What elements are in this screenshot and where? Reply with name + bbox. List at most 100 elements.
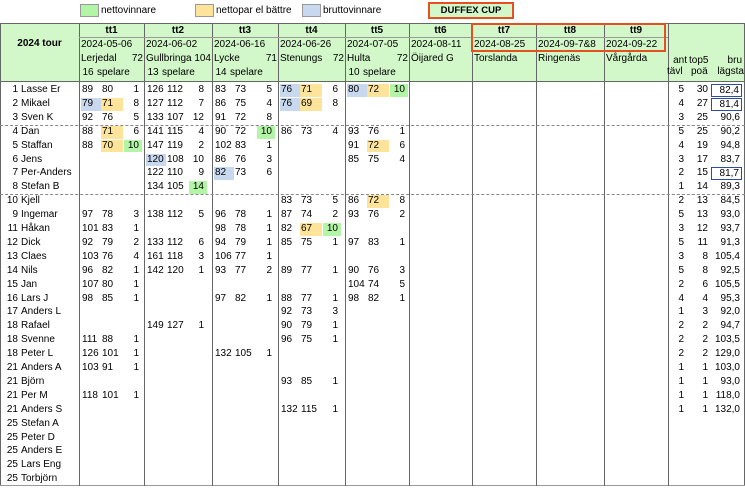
- points: 4: [332, 125, 338, 137]
- points: 6: [266, 167, 272, 179]
- points: [124, 306, 142, 319]
- row-player-name[interactable]: Svenne: [21, 333, 79, 347]
- row-player-name[interactable]: Claes: [21, 250, 79, 264]
- row-player-name[interactable]: Kjell: [21, 194, 79, 208]
- row-player-name[interactable]: Nils: [21, 264, 79, 278]
- row-player-name[interactable]: Dan: [21, 125, 79, 139]
- net-score: 72: [367, 139, 389, 153]
- gross-score: [347, 181, 367, 194]
- row-player-name[interactable]: Torbjörn: [21, 472, 79, 486]
- top5-points: 3: [702, 306, 708, 318]
- points: [189, 362, 207, 375]
- points: [390, 223, 408, 236]
- row-rank: 25: [6, 459, 18, 471]
- points: 3: [266, 153, 272, 165]
- tournament-course-4: Stenungs: [280, 53, 323, 64]
- row-player-name[interactable]: Per-Anders: [21, 166, 79, 180]
- points: 3: [399, 264, 405, 276]
- net-score: 78: [102, 209, 114, 221]
- row-player-name[interactable]: Lars J: [21, 292, 79, 306]
- tournament-title-2[interactable]: tt2: [144, 24, 212, 37]
- row-player-name[interactable]: Anders E: [21, 444, 79, 458]
- gross-score: 89: [281, 264, 293, 276]
- ant-count: 5: [678, 264, 684, 276]
- tournament-date-3: 2024-06-16: [214, 39, 266, 50]
- tournament-players-9: [606, 66, 620, 79]
- gross-score: [347, 334, 367, 347]
- points: [323, 112, 341, 125]
- row-player-name[interactable]: Staffan: [21, 139, 79, 153]
- points: 1: [198, 320, 204, 332]
- gross-score: 80: [347, 84, 367, 97]
- row-player-name[interactable]: Jens: [21, 153, 79, 167]
- ant-count: 2: [678, 278, 684, 290]
- gross-score: 133: [147, 236, 164, 248]
- col-sep-4: [345, 23, 346, 487]
- row-player-name[interactable]: Lasse Er: [21, 83, 79, 97]
- tournament-title-1[interactable]: tt1: [79, 24, 144, 37]
- gross-score: 89: [82, 84, 94, 95]
- gross-score: 141: [147, 125, 164, 137]
- net-score: 120: [167, 264, 184, 276]
- row-player-name[interactable]: Ingemar: [21, 208, 79, 222]
- row-player-name[interactable]: Mikael: [21, 97, 79, 111]
- net-score: [367, 362, 389, 375]
- gross-score: 101: [82, 223, 99, 234]
- legend-swatch-2: [302, 4, 321, 17]
- points: 9: [198, 167, 204, 179]
- tournament-par-2: 104: [194, 53, 211, 64]
- net-score: 77: [235, 250, 247, 262]
- row-player-name[interactable]: Peter L: [21, 347, 79, 361]
- tournament-title-4[interactable]: tt4: [278, 24, 345, 37]
- net-score: 71: [101, 125, 123, 139]
- top5-points: 11: [697, 236, 708, 248]
- points: 1: [266, 236, 272, 248]
- ant-count: 1: [678, 375, 684, 387]
- top5-points: 12: [696, 223, 708, 234]
- row-player-name[interactable]: Håkan: [21, 222, 79, 236]
- points: 1: [332, 264, 338, 276]
- tournament-par-4: 72: [332, 53, 344, 64]
- row-player-name[interactable]: Peter D: [21, 431, 79, 445]
- row-player-name[interactable]: Stefan B: [21, 180, 79, 194]
- gross-score: 91: [215, 111, 227, 123]
- net-score: 101: [102, 348, 119, 360]
- net-score: 77: [301, 264, 313, 276]
- tournament-course-5: Hulta: [347, 53, 371, 64]
- gross-score: 86: [215, 97, 227, 109]
- row-player-name[interactable]: Rafael: [21, 319, 79, 333]
- row-player-name[interactable]: Sven K: [21, 111, 79, 125]
- gross-score: [280, 348, 300, 361]
- net-score: [367, 251, 389, 264]
- tournament-title-3[interactable]: tt3: [212, 24, 278, 37]
- points: 1: [133, 223, 139, 234]
- gross-score: 90: [348, 264, 360, 276]
- row-player-name[interactable]: Per M: [21, 389, 79, 403]
- header-bottom-border: [0, 81, 745, 82]
- net-score: 91: [102, 362, 114, 373]
- row-player-name[interactable]: Anders S: [21, 403, 79, 417]
- row-player-name[interactable]: Jan: [21, 278, 79, 292]
- row-player-name[interactable]: Lars Eng: [21, 458, 79, 472]
- row-player-name[interactable]: Björn: [21, 375, 79, 389]
- bru-lowest: 90,6: [720, 111, 740, 123]
- col-sep-1: [144, 23, 145, 487]
- net-score: [101, 404, 123, 417]
- net-score: 78: [235, 223, 247, 234]
- ant-count: 4: [678, 97, 684, 109]
- row-player-name[interactable]: Anders L: [21, 305, 79, 319]
- row-rank: 8: [12, 181, 18, 193]
- bru-lowest: [711, 418, 742, 431]
- row-rank: 18: [6, 348, 18, 360]
- gross-score: [81, 195, 101, 208]
- tournament-title-6[interactable]: tt6: [409, 24, 472, 37]
- tournament-date-4: 2024-06-26: [280, 39, 332, 50]
- net-score: [166, 390, 188, 403]
- row-player-name[interactable]: Anders A: [21, 361, 79, 375]
- row-player-name[interactable]: Dick: [21, 236, 79, 250]
- ant-count: 1: [678, 306, 684, 318]
- net-score: 75: [301, 236, 313, 248]
- row-player-name[interactable]: Stefan A: [21, 417, 79, 431]
- ant-count: [670, 444, 684, 458]
- tournament-title-5[interactable]: tt5: [345, 24, 409, 37]
